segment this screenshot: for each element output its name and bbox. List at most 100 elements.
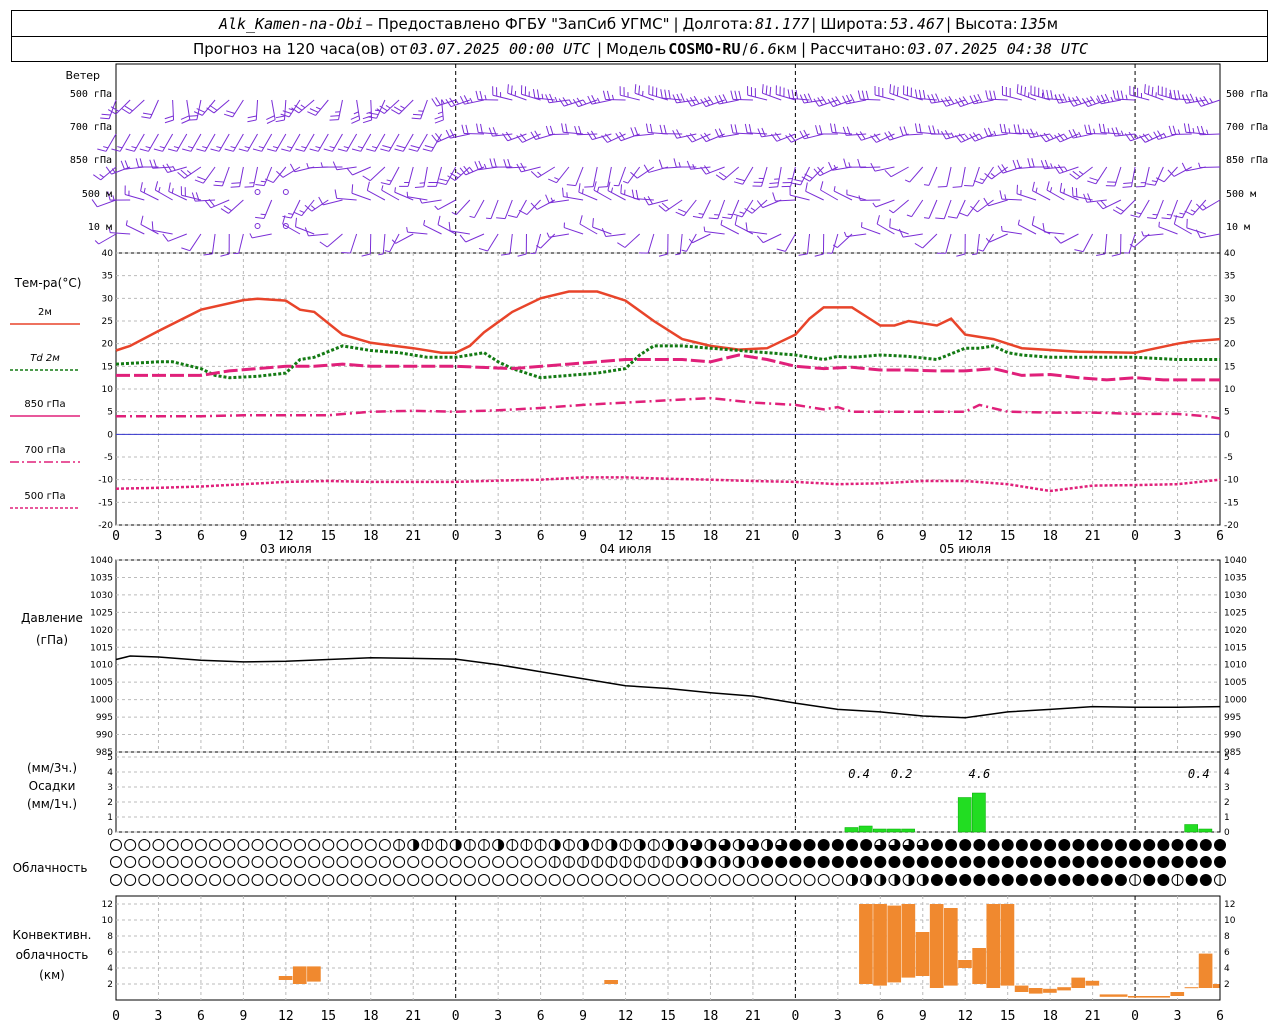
wind-barb-feather <box>295 217 297 227</box>
cloud-symbol <box>393 874 406 886</box>
wind-barb-feather <box>188 115 198 117</box>
wind-barb-feather <box>480 123 483 133</box>
conv-tick-right: 6 <box>1224 948 1230 958</box>
wind-barb-feather <box>196 108 206 113</box>
wind-level-right: 500 гПа <box>1226 89 1268 100</box>
wind-barb <box>562 187 584 201</box>
cloud-symbol <box>619 839 632 851</box>
cloud-symbol-fill <box>775 856 787 868</box>
wind-barb-feather <box>899 126 904 136</box>
wind-barb-feather <box>197 176 206 181</box>
wind-barb <box>1198 162 1221 169</box>
cloud-symbol-fill <box>1200 839 1212 851</box>
wind-barb-feather <box>658 205 666 212</box>
cloud-symbol <box>110 856 122 868</box>
wind-barb-feather <box>1089 177 1099 181</box>
wind-barb-feather <box>805 182 808 192</box>
cloud-symbol <box>478 874 490 886</box>
wind-barb-feather <box>924 217 930 219</box>
cloud-symbol <box>1157 839 1170 851</box>
wind-barb-feather <box>1147 85 1150 95</box>
wind-barb-feather <box>765 85 768 95</box>
wind-barb-staff <box>762 92 782 101</box>
wind-barb <box>94 233 117 245</box>
hour-label: 3 <box>834 529 842 544</box>
wind-barb-staff <box>322 199 343 206</box>
wind-barb-feather <box>872 202 877 208</box>
wind-barb <box>1186 218 1206 235</box>
wind-barb-feather <box>287 146 293 149</box>
cloud-symbol-fill <box>668 839 674 851</box>
hour-label-bottom: 12 <box>957 1009 973 1024</box>
wind-barb-feather <box>857 158 861 168</box>
cloud-symbol-fill <box>860 856 872 868</box>
wind-barb-feather <box>722 94 728 103</box>
wind-barb <box>500 233 513 256</box>
wind-barb-feather <box>923 184 930 186</box>
wind-barb-feather <box>362 119 372 124</box>
cloud-symbol <box>180 874 193 886</box>
cloud-symbol-fill <box>1087 856 1099 868</box>
cloud-symbol <box>294 839 306 851</box>
wind-barb-feather <box>896 86 899 96</box>
wind-barb <box>249 233 272 239</box>
wind-barb-staff <box>463 132 485 135</box>
cloud-symbol-fill <box>710 856 716 868</box>
cloud-symbol <box>1058 856 1071 868</box>
cloud-symbol <box>1171 856 1184 868</box>
wind-barb <box>999 190 1022 201</box>
cloud-symbol <box>633 856 646 868</box>
wind-barb-staff <box>534 233 542 254</box>
wind-barb-staff <box>607 190 626 201</box>
wind-barb-staff <box>351 192 371 201</box>
wind-barb-staff <box>831 233 839 254</box>
hour-label-bottom: 3 <box>834 1009 842 1024</box>
cloud-symbol-fill <box>738 839 745 851</box>
cloud-symbol-circle <box>506 874 519 886</box>
wind-barb-feather <box>649 123 653 133</box>
wind-barb <box>801 166 825 182</box>
cloud-symbol <box>605 839 618 851</box>
press-tick-left: 1035 <box>90 573 113 583</box>
cloud-symbol-fill <box>1157 856 1169 868</box>
wind-barb-feather <box>507 214 517 219</box>
precip-bar <box>858 825 873 833</box>
wind-barb-staff <box>416 133 428 152</box>
wind-barb-feather <box>884 169 892 178</box>
cloud-symbol-circle <box>124 856 137 868</box>
wind-barb-feather <box>323 148 333 152</box>
hour-label-bottom: 6 <box>1216 1009 1224 1024</box>
wind-barb-feather <box>202 146 208 149</box>
wind-barb-feather <box>1173 89 1177 99</box>
wind-barb <box>733 199 754 218</box>
wind-barb-feather <box>400 105 405 109</box>
cloud-symbol <box>336 839 349 851</box>
wind-barb-feather <box>484 94 487 100</box>
cloud-symbol <box>888 856 901 868</box>
wind-barb-staff <box>490 199 499 219</box>
wind-barb-feather <box>124 105 133 112</box>
wind-barb-feather <box>382 145 392 149</box>
wind-barb-feather <box>584 186 594 188</box>
cloud-symbol <box>336 856 349 868</box>
cloud-symbol-circle <box>704 874 717 886</box>
cloud-symbol <box>1086 839 1099 851</box>
wind-barb <box>827 233 839 254</box>
wind-barb-staff <box>928 199 938 219</box>
conv-bar <box>1184 987 1199 989</box>
conv-bar <box>1028 988 1043 994</box>
wind-barb-feather <box>1059 182 1063 192</box>
temp-legend-label: Td 2м <box>30 353 60 364</box>
wind-barb <box>923 166 938 186</box>
wind-barb <box>983 127 1008 138</box>
hour-label-bottom: 0 <box>791 1009 799 1024</box>
wind-barb-staff <box>388 133 400 152</box>
conv-bar <box>307 966 321 982</box>
wind-barb-staff <box>133 133 145 152</box>
wind-barb <box>105 166 131 175</box>
wind-barb <box>282 199 301 219</box>
wind-barb <box>940 129 966 140</box>
wind-barb-feather <box>97 148 107 152</box>
conv-bar <box>873 904 887 986</box>
hour-label: 6 <box>1216 529 1224 544</box>
